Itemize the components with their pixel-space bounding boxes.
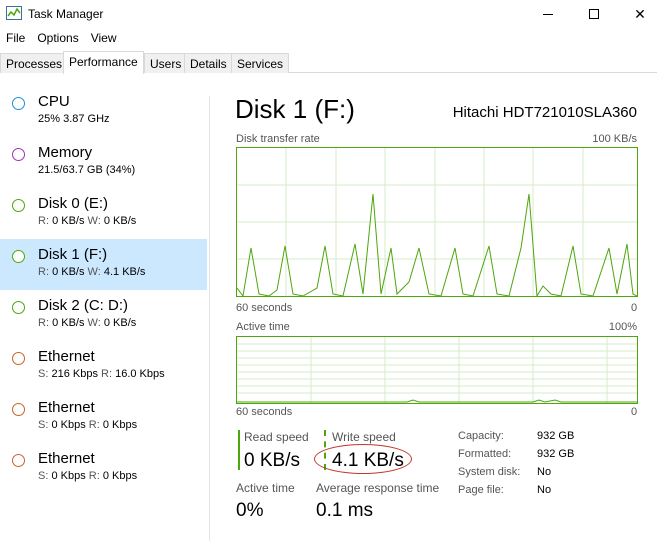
active-time-graph-time: 60 seconds (236, 406, 293, 418)
sidebar-item-title: Ethernet (38, 348, 95, 365)
sidebar-item-title: Ethernet (38, 450, 95, 467)
minimize-button[interactable] (525, 0, 571, 28)
capacity-value: 932 GB (537, 430, 575, 442)
window-title: Task Manager (28, 7, 104, 21)
sidebar-item-title: Memory (38, 144, 93, 161)
sidebar-item-title: Disk 1 (F:) (38, 246, 108, 263)
close-button[interactable]: ✕ (617, 0, 657, 28)
cpu-indicator-icon (12, 97, 25, 110)
minimize-icon (543, 13, 553, 15)
tab-users[interactable]: Users (144, 53, 188, 73)
transfer-rate-min: 0 (631, 302, 638, 314)
system-disk-label: System disk: (458, 466, 521, 478)
transfer-rate-max: 100 KB/s (592, 133, 637, 145)
active-time-graph (236, 336, 638, 404)
sidebar-item-subtitle: S: 0 Kbps R: 0 Kbps (38, 419, 138, 431)
avg-response-label: Average response time (316, 481, 440, 495)
sidebar-item-subtitle: S: 0 Kbps R: 0 Kbps (38, 470, 138, 482)
sidebar-item-title: Ethernet (38, 399, 95, 416)
active-time-chart (237, 337, 637, 403)
title-bar: Task Manager ✕ (0, 0, 657, 28)
tab-processes[interactable]: Processes (0, 53, 69, 73)
transfer-rate-label: Disk transfer rate (236, 133, 320, 145)
active-time-graph-min: 0 (631, 406, 638, 418)
maximize-button[interactable] (571, 0, 617, 28)
system-disk-value: No (537, 466, 552, 478)
read-speed-value: 0 KB/s (244, 450, 300, 471)
sidebar-item-subtitle: R: 0 KB/s W: 0 KB/s (38, 317, 137, 329)
formatted-label: Formatted: (458, 448, 512, 460)
active-time-max: 100% (608, 321, 637, 333)
read-speed-label: Read speed (244, 430, 309, 444)
memory-indicator-icon (12, 148, 25, 161)
sidebar-item-disk-1[interactable]: Disk 1 (F:) R: 0 KB/s W: 4.1 KB/s (0, 239, 207, 290)
disk-model: Hitachi HDT721010SLA360 (452, 104, 637, 121)
sidebar-item-subtitle: R: 0 KB/s W: 0 KB/s (38, 215, 137, 227)
sidebar-item-subtitle: R: 0 KB/s W: 4.1 KB/s (38, 266, 146, 278)
tab-services[interactable]: Services (231, 53, 290, 73)
transfer-rate-graph (236, 147, 638, 297)
maximize-icon (589, 9, 599, 19)
menu-options[interactable]: Options (31, 29, 84, 49)
annotation-circle (314, 444, 412, 474)
sidebar-item-disk-0[interactable]: Disk 0 (E:) R: 0 KB/s W: 0 KB/s (0, 188, 207, 239)
page-file-label: Page file: (458, 484, 504, 496)
ethernet-indicator-icon (12, 352, 25, 365)
page-file-value: No (537, 484, 552, 496)
sidebar-item-ethernet-1[interactable]: Ethernet S: 216 Kbps R: 16.0 Kbps (0, 341, 207, 392)
transfer-rate-time: 60 seconds (236, 302, 293, 314)
menu-view[interactable]: View (85, 29, 123, 49)
sidebar-item-title: Disk 2 (C: D:) (38, 297, 128, 314)
page-title: Disk 1 (F:) (235, 94, 355, 124)
capacity-label: Capacity: (458, 430, 504, 442)
tab-details[interactable]: Details (184, 53, 233, 73)
task-manager-icon (6, 6, 22, 20)
menu-bar: File Options View (0, 29, 657, 49)
disk-indicator-icon (12, 301, 25, 314)
sidebar-item-disk-2[interactable]: Disk 2 (C: D:) R: 0 KB/s W: 0 KB/s (0, 290, 207, 341)
sidebar-item-cpu[interactable]: CPU 25% 3.87 GHz (0, 86, 207, 137)
active-time-graph-label: Active time (236, 321, 290, 333)
sidebar-item-subtitle: 25% 3.87 GHz (38, 113, 110, 125)
active-time-label: Active time (236, 481, 295, 495)
transfer-rate-chart (237, 148, 637, 296)
avg-response-value: 0.1 ms (316, 500, 374, 521)
sidebar-item-subtitle: S: 216 Kbps R: 16.0 Kbps (38, 368, 165, 380)
menu-file[interactable]: File (0, 29, 31, 49)
sidebar-item-title: CPU (38, 93, 70, 110)
write-speed-label: Write speed (332, 430, 396, 444)
sidebar-item-memory[interactable]: Memory 21.5/63.7 GB (34%) (0, 137, 207, 188)
tab-bar: Processes Performance Users Details Serv… (0, 51, 657, 74)
sidebar-item-subtitle: 21.5/63.7 GB (34%) (38, 164, 136, 176)
disk-indicator-icon (12, 250, 25, 263)
ethernet-indicator-icon (12, 454, 25, 467)
ethernet-indicator-icon (12, 403, 25, 416)
sidebar-item-ethernet-2[interactable]: Ethernet S: 0 Kbps R: 0 Kbps (0, 392, 207, 443)
formatted-value: 932 GB (537, 448, 575, 460)
close-icon: ✕ (634, 5, 646, 22)
disk-indicator-icon (12, 199, 25, 212)
tab-performance[interactable]: Performance (63, 51, 144, 74)
active-time-value: 0% (236, 500, 264, 521)
sidebar-item-title: Disk 0 (E:) (38, 195, 109, 212)
sidebar-item-ethernet-3[interactable]: Ethernet S: 0 Kbps R: 0 Kbps (0, 443, 207, 494)
read-speed-indicator (238, 430, 240, 470)
panel-divider (209, 96, 210, 541)
